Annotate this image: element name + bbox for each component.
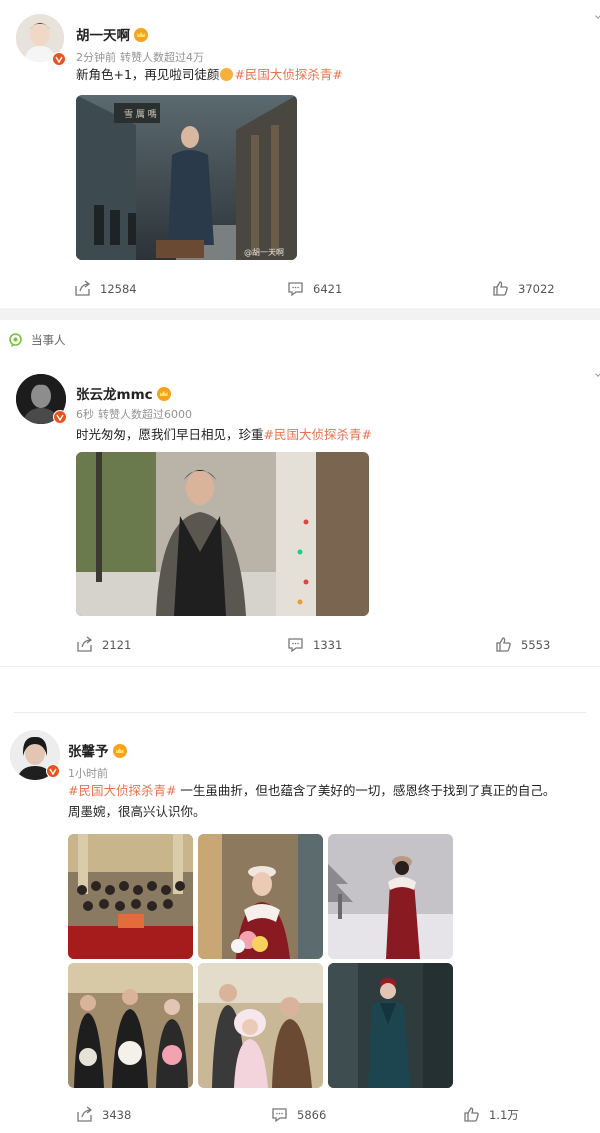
like-count: 5553 bbox=[521, 637, 551, 652]
like-icon bbox=[496, 637, 511, 652]
post-time[interactable]: 6秒 bbox=[76, 408, 94, 421]
post-image[interactable]: 雪 厲 嗎 @胡一天啊 bbox=[76, 95, 297, 260]
share-button[interactable]: 12584 bbox=[74, 280, 137, 297]
post-text: 新角色+1，再见啦司徒颜 #民国大侦探杀青# bbox=[76, 64, 576, 85]
post-image[interactable] bbox=[76, 452, 369, 616]
post-label: 当事人 bbox=[8, 332, 66, 348]
grid-image[interactable] bbox=[68, 834, 193, 959]
like-icon bbox=[464, 1107, 479, 1122]
like-icon bbox=[493, 281, 508, 296]
comment-button[interactable]: 5866 bbox=[271, 1106, 326, 1123]
like-button[interactable]: 37022 bbox=[492, 280, 555, 297]
username[interactable]: 胡一天啊 bbox=[76, 24, 148, 44]
comment-count: 1331 bbox=[313, 637, 343, 652]
grid-image[interactable] bbox=[328, 834, 453, 959]
comment-count: 5866 bbox=[297, 1107, 327, 1122]
post-text-body: 一生虽曲折，但也蕴含了美好的一切，感恩终于找到了真正的自己。 bbox=[176, 783, 556, 798]
chevron-down-icon[interactable] bbox=[595, 13, 600, 19]
post-card: 胡一天啊 2分钟前 转赞人数超过4万 新角色+1，再见啦司徒颜 #民国大侦探杀青# bbox=[0, 0, 600, 308]
feed-divider bbox=[14, 712, 586, 713]
like-button[interactable]: 1.1万 bbox=[463, 1106, 519, 1123]
comment-icon bbox=[288, 282, 303, 297]
share-icon bbox=[75, 280, 91, 296]
share-button[interactable]: 3438 bbox=[76, 1106, 131, 1123]
post-meta: 6秒 转赞人数超过6000 bbox=[76, 406, 192, 422]
action-bar: 3438 5866 1.1万 bbox=[0, 1106, 600, 1130]
feed-divider bbox=[0, 666, 600, 667]
username[interactable]: 张馨予 bbox=[68, 740, 127, 760]
username-text[interactable]: 胡一天啊 bbox=[76, 28, 130, 44]
action-bar: 12584 6421 37022 bbox=[0, 280, 600, 304]
feed-divider bbox=[0, 308, 600, 320]
share-icon bbox=[77, 636, 93, 652]
grid-image[interactable] bbox=[198, 963, 323, 1088]
post-card: 当事人 张云龙mmc 6秒 转赞人数超过6000 时光匆匆，愿我们早日相见，珍重#… bbox=[0, 320, 600, 666]
action-bar: 2121 1331 5553 bbox=[0, 636, 600, 660]
hashtag-link[interactable]: #民国大侦探杀青# bbox=[68, 783, 176, 798]
username[interactable]: 张云龙mmc bbox=[76, 383, 171, 403]
station-sign-text: 雪 厲 嗎 bbox=[124, 109, 157, 120]
post-time[interactable]: 2分钟前 bbox=[76, 51, 116, 64]
comment-button[interactable]: 6421 bbox=[287, 280, 342, 297]
chevron-down-icon[interactable] bbox=[595, 371, 600, 377]
share-count: 3438 bbox=[102, 1107, 132, 1122]
username-text[interactable]: 张馨予 bbox=[68, 744, 109, 760]
post-text: 时光匆匆，愿我们早日相见，珍重#民国大侦探杀青# bbox=[76, 424, 586, 445]
like-count: 37022 bbox=[518, 281, 555, 296]
hashtag-link[interactable]: #民国大侦探杀青# bbox=[264, 427, 372, 442]
post-meta: 1小时前 bbox=[68, 765, 108, 781]
verified-icon bbox=[52, 52, 66, 66]
reposts-note: 转赞人数超过6000 bbox=[98, 408, 192, 421]
hashtag-link[interactable]: #民国大侦探杀青# bbox=[234, 67, 342, 82]
share-count: 12584 bbox=[100, 281, 137, 296]
image-watermark: @胡一天啊 bbox=[244, 247, 284, 257]
share-count: 2121 bbox=[102, 637, 132, 652]
post-text-body: 新角色+1，再见啦司徒颜 bbox=[76, 67, 220, 82]
comment-button[interactable]: 1331 bbox=[287, 636, 342, 653]
grid-image[interactable] bbox=[198, 834, 323, 959]
post-text: #民国大侦探杀青# 一生虽曲折，但也蕴含了美好的一切，感恩终于找到了真正的自己。… bbox=[68, 780, 593, 822]
username-text[interactable]: 张云龙mmc bbox=[76, 387, 153, 403]
crown-icon bbox=[156, 387, 171, 401]
grid-image[interactable] bbox=[328, 963, 453, 1088]
reposts-note: 转赞人数超过4万 bbox=[120, 51, 204, 64]
comment-icon bbox=[288, 638, 303, 653]
verified-icon bbox=[46, 764, 60, 778]
post-card: 张馨予 1小时前 #民国大侦探杀青# 一生虽曲折，但也蕴含了美好的一切，感恩终于… bbox=[0, 720, 600, 1133]
like-count: 1.1万 bbox=[489, 1107, 519, 1122]
share-button[interactable]: 2121 bbox=[76, 636, 131, 653]
like-button[interactable]: 5553 bbox=[495, 636, 550, 653]
crown-icon bbox=[112, 744, 127, 758]
verified-icon bbox=[53, 410, 67, 424]
wave-emoji-icon bbox=[220, 68, 234, 81]
comment-count: 6421 bbox=[313, 281, 343, 296]
post-text-body: 时光匆匆，愿我们早日相见，珍重 bbox=[76, 427, 264, 442]
comment-icon bbox=[272, 1108, 287, 1123]
grid-image[interactable] bbox=[68, 963, 193, 1088]
crown-icon bbox=[134, 28, 148, 42]
post-text-line2: 周墨婉，很高兴认识你。 bbox=[68, 804, 206, 819]
post-label-text: 当事人 bbox=[31, 333, 66, 347]
post-time[interactable]: 1小时前 bbox=[68, 767, 108, 780]
share-icon bbox=[77, 1106, 93, 1122]
post-meta: 2分钟前 转赞人数超过4万 bbox=[76, 49, 204, 65]
party-label-icon bbox=[9, 332, 22, 347]
